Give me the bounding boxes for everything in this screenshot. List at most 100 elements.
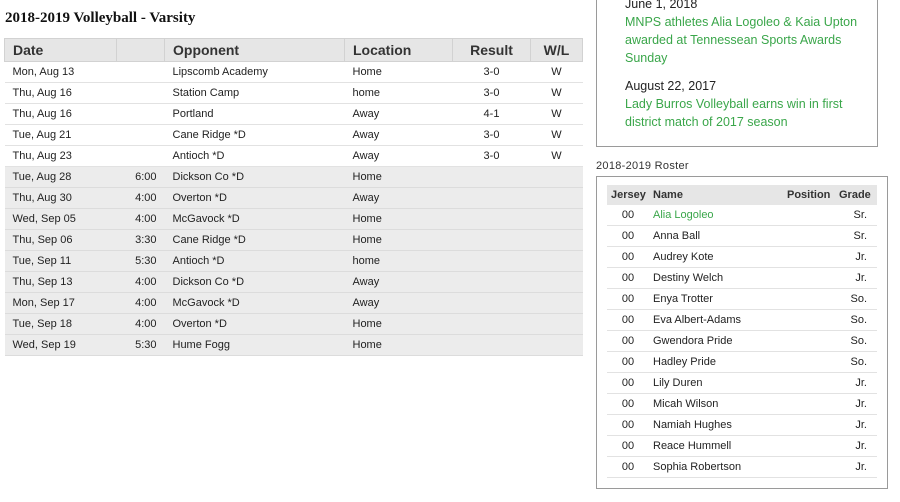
player-name: Lily Duren xyxy=(653,377,703,389)
news-date: August 22, 2017 xyxy=(625,79,717,93)
player-name: Enya Trotter xyxy=(653,293,713,305)
player-name-cell: Hadley Pride xyxy=(649,351,783,373)
game-result: 3-0 xyxy=(452,145,531,167)
player-position xyxy=(783,205,835,226)
player-position xyxy=(783,267,835,289)
player-name: Destiny Welch xyxy=(653,272,724,284)
player-jersey: 00 xyxy=(607,225,649,247)
game-time: 4:00 xyxy=(116,292,165,314)
header-position[interactable]: Position xyxy=(783,185,835,205)
header-grade[interactable]: Grade xyxy=(835,185,877,205)
schedule-row: Wed, Sep 05 4:00 McGavock *D Home xyxy=(4,208,583,230)
player-jersey: 00 xyxy=(607,330,649,352)
player-jersey: 00 xyxy=(607,456,649,478)
player-name-cell: Sophia Robertson xyxy=(649,456,783,478)
game-result xyxy=(452,166,531,188)
player-name-cell: Anna Ball xyxy=(649,225,783,247)
game-opponent: Overton *D xyxy=(164,187,345,209)
roster-row: 00 Sophia Robertson Jr. xyxy=(607,456,877,478)
news-headline-link[interactable]: MNPS athletes Alia Logoleo & Kaia Upton … xyxy=(625,13,877,67)
header-wl[interactable]: W/L xyxy=(530,38,583,62)
game-time: 5:30 xyxy=(116,334,165,356)
game-opponent: Antioch *D xyxy=(164,250,345,272)
player-grade: So. xyxy=(835,288,877,310)
game-date: Mon, Aug 13 xyxy=(4,61,117,83)
player-position xyxy=(783,351,835,373)
schedule-row: Thu, Sep 13 4:00 Dickson Co *D Away xyxy=(4,271,583,293)
game-opponent: Dickson Co *D xyxy=(164,166,345,188)
player-jersey: 00 xyxy=(607,246,649,268)
player-grade: Jr. xyxy=(835,267,877,289)
header-opponent[interactable]: Opponent xyxy=(164,38,345,62)
player-name: Gwendora Pride xyxy=(653,335,733,347)
player-name: Namiah Hughes xyxy=(653,419,732,431)
schedule-row: Thu, Aug 16 Portland Away 4-1 W xyxy=(4,103,583,125)
player-name: Micah Wilson xyxy=(653,398,719,410)
game-wl: W xyxy=(530,103,583,125)
roster-box: Jersey Name Position Grade 00 Alia Logole… xyxy=(596,176,888,489)
player-position xyxy=(783,435,835,457)
game-time: 4:00 xyxy=(116,208,165,230)
game-wl xyxy=(530,208,583,230)
game-result xyxy=(452,313,531,335)
game-wl xyxy=(530,187,583,209)
game-opponent: Cane Ridge *D xyxy=(164,229,345,251)
roster-table: Jersey Name Position Grade 00 Alia Logole… xyxy=(607,185,877,478)
roster-row: 00 Namiah Hughes Jr. xyxy=(607,414,877,436)
game-result xyxy=(452,187,531,209)
game-time: 4:00 xyxy=(116,271,165,293)
roster-header-row: Jersey Name Position Grade xyxy=(607,185,877,205)
player-position xyxy=(783,330,835,352)
header-date[interactable]: Date xyxy=(4,38,117,62)
schedule-row: Mon, Sep 17 4:00 McGavock *D Away xyxy=(4,292,583,314)
roster-row: 00 Eva Albert-Adams So. xyxy=(607,309,877,331)
player-position xyxy=(783,246,835,268)
game-result: 3-0 xyxy=(452,124,531,146)
roster-row: 00 Audrey Kote Jr. xyxy=(607,246,877,268)
schedule-row: Thu, Aug 16 Station Camp home 3-0 W xyxy=(4,82,583,104)
player-jersey: 00 xyxy=(607,351,649,373)
roster-row: 00 Micah Wilson Jr. xyxy=(607,393,877,415)
game-opponent: Cane Ridge *D xyxy=(164,124,345,146)
game-time: 5:30 xyxy=(116,250,165,272)
game-date: Wed, Sep 19 xyxy=(4,334,117,356)
player-grade: Jr. xyxy=(835,393,877,415)
game-opponent: Station Camp xyxy=(164,82,345,104)
schedule-row: Mon, Aug 13 Lipscomb Academy Home 3-0 W xyxy=(4,61,583,83)
player-name-cell: Eva Albert-Adams xyxy=(649,309,783,331)
header-name[interactable]: Name xyxy=(649,185,783,205)
player-name: Reace Hummell xyxy=(653,440,732,452)
game-time xyxy=(116,103,165,125)
game-result xyxy=(452,271,531,293)
game-location: Home xyxy=(344,229,453,251)
game-location: Home xyxy=(344,334,453,356)
player-name-cell: Namiah Hughes xyxy=(649,414,783,436)
header-location[interactable]: Location xyxy=(344,38,453,62)
game-result xyxy=(452,229,531,251)
player-jersey: 00 xyxy=(607,393,649,415)
game-time xyxy=(116,124,165,146)
game-date: Tue, Aug 28 xyxy=(4,166,117,188)
player-position xyxy=(783,372,835,394)
player-jersey: 00 xyxy=(607,414,649,436)
player-grade: Jr. xyxy=(835,372,877,394)
news-spacer xyxy=(625,67,877,77)
game-date: Thu, Aug 16 xyxy=(4,103,117,125)
player-grade: Jr. xyxy=(835,246,877,268)
player-jersey: 00 xyxy=(607,372,649,394)
game-location: Away xyxy=(344,271,453,293)
player-name-link[interactable]: Alia Logoleo xyxy=(653,209,714,221)
news-headline-link[interactable]: Lady Burros Volleyball earns win in firs… xyxy=(625,95,877,131)
player-position xyxy=(783,225,835,247)
header-result[interactable]: Result xyxy=(452,38,531,62)
game-wl xyxy=(530,229,583,251)
header-jersey[interactable]: Jersey xyxy=(607,185,649,205)
game-result xyxy=(452,292,531,314)
game-date: Thu, Aug 23 xyxy=(4,145,117,167)
game-opponent: McGavock *D xyxy=(164,208,345,230)
player-name: Audrey Kote xyxy=(653,251,714,263)
game-time: 3:30 xyxy=(116,229,165,251)
game-date: Thu, Aug 16 xyxy=(4,82,117,104)
schedule-body: Mon, Aug 13 Lipscomb Academy Home 3-0 W Thu, … xyxy=(4,61,583,356)
player-name: Anna Ball xyxy=(653,230,701,242)
